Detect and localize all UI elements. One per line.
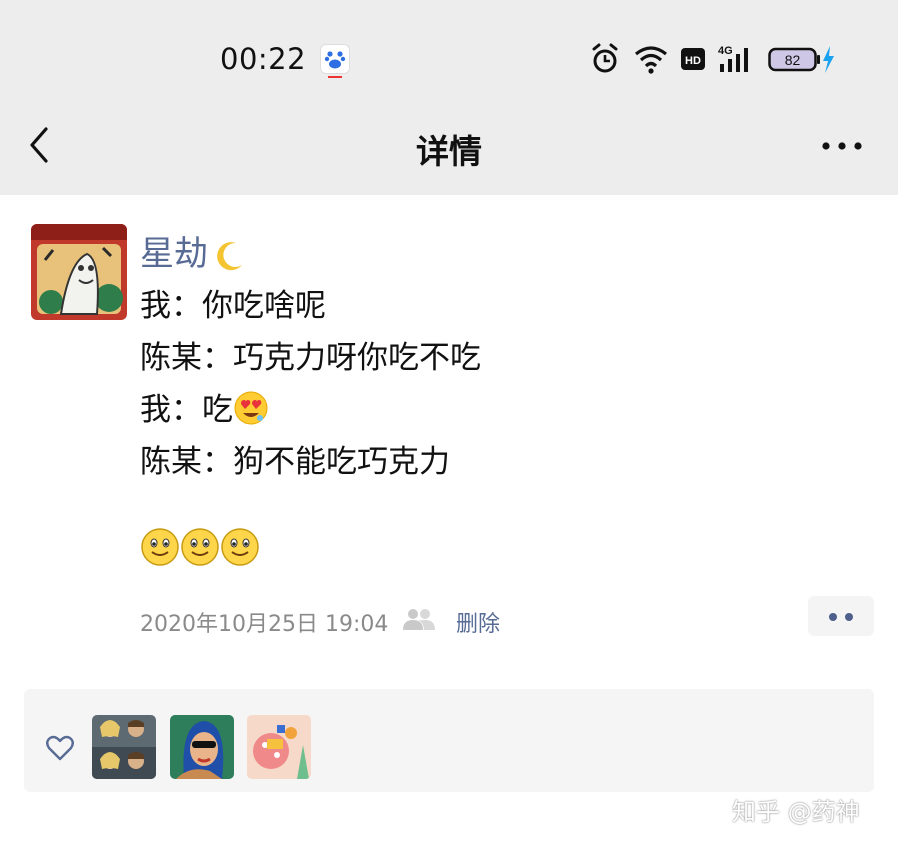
post-content: 我：你吃啥呢 陈某：巧克力呀你吃不吃 我：吃 陈某：狗不能吃巧克力 — [140, 280, 481, 488]
author-name-text: 星劫 — [140, 234, 208, 274]
post-line-text: 我：吃 — [140, 392, 233, 428]
crescent-moon-icon — [217, 241, 242, 270]
page-title: 详情 — [416, 132, 482, 171]
alarm-icon — [592, 43, 618, 73]
wifi-icon — [635, 46, 667, 74]
battery-icon: 82 — [768, 42, 838, 76]
baidu-icon — [320, 44, 350, 78]
heart-eyes-emoji-icon — [234, 391, 268, 425]
emoji-row — [140, 527, 260, 569]
post-timestamp: 2020年10月25日 19:04 — [140, 612, 389, 637]
svg-text:HD: HD — [685, 55, 701, 67]
post-line: 陈某：巧克力呀你吃不吃 — [140, 340, 481, 376]
author-name[interactable]: 星劫 — [140, 226, 246, 275]
delete-link[interactable]: 删除 — [456, 606, 500, 638]
svg-text:4G: 4G — [718, 45, 733, 57]
top-bar: 00:22 HD 4G 82 详情 — [0, 0, 898, 195]
hd-icon: HD — [681, 48, 705, 70]
status-time: 00:22 — [220, 42, 307, 76]
post-line: 陈某：狗不能吃巧克力 — [140, 444, 450, 480]
smiley-emoji-icon — [181, 528, 219, 566]
heart-outline-icon — [46, 735, 74, 761]
post-line-with-emoji: 我：吃 — [140, 384, 481, 436]
post-line: 我：你吃啥呢 — [140, 288, 326, 324]
liker-avatar[interactable] — [247, 715, 311, 779]
smiley-emoji-icon — [141, 528, 179, 566]
more-options-icon[interactable] — [820, 140, 864, 152]
author-avatar[interactable] — [31, 224, 127, 320]
charging-icon — [823, 46, 834, 73]
smiley-emoji-icon — [221, 528, 259, 566]
dot-icon — [845, 613, 853, 621]
svg-text:82: 82 — [785, 52, 801, 68]
likes-section — [24, 689, 874, 792]
signal-icon: 4G — [718, 45, 748, 72]
watermark: 知乎 @药神 — [732, 798, 860, 826]
dot-icon — [829, 613, 837, 621]
comment-menu-button[interactable] — [808, 596, 874, 636]
liker-avatar[interactable] — [170, 715, 234, 779]
friends-visibility-icon — [403, 609, 435, 630]
liker-avatar[interactable] — [92, 715, 156, 779]
